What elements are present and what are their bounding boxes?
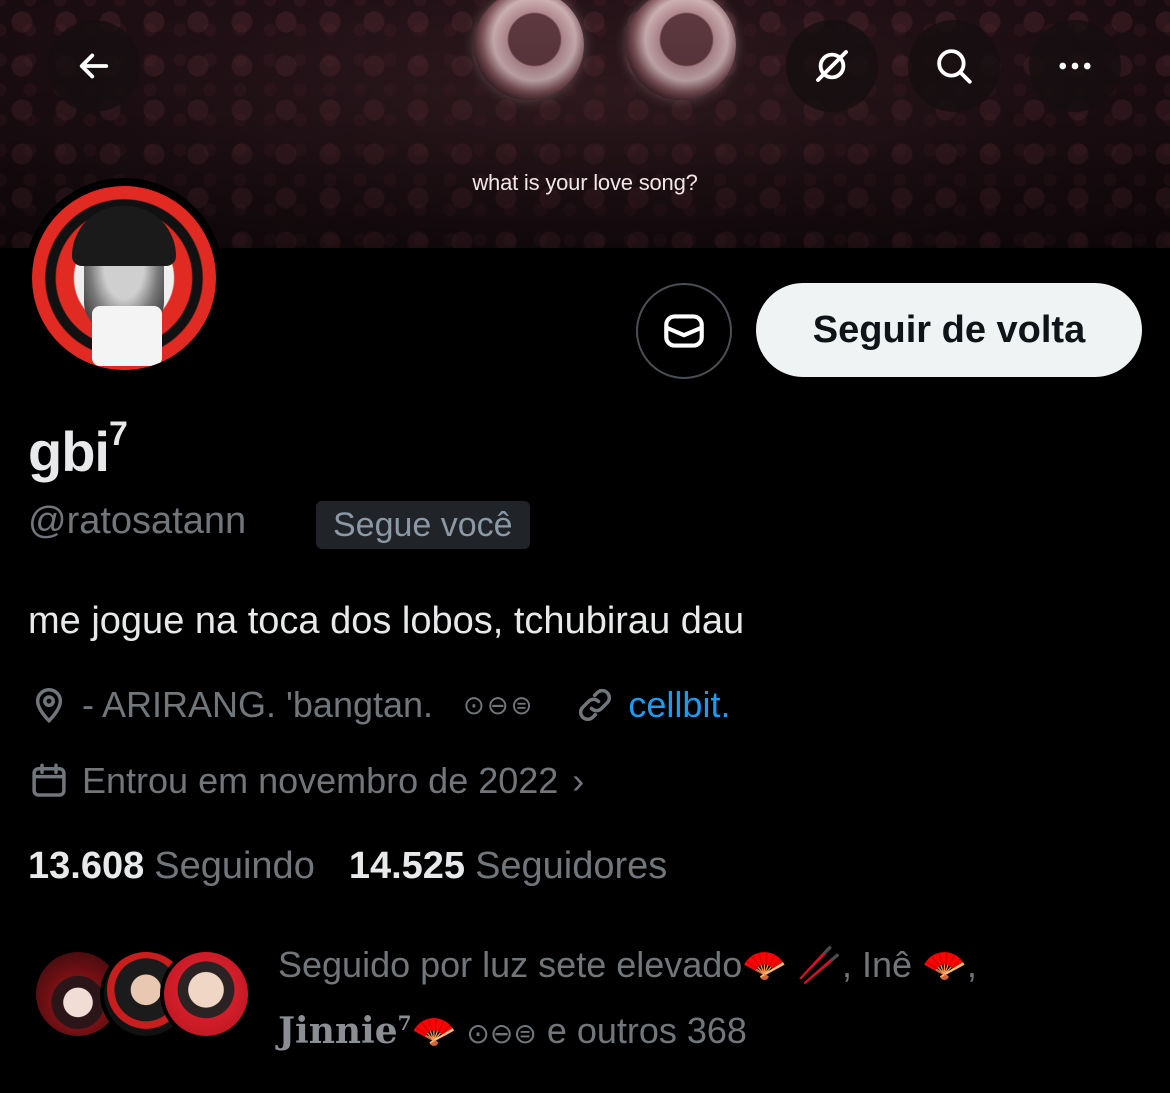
calendar-icon	[32, 763, 66, 797]
followers-link[interactable]: 14.525 Seguidores	[349, 845, 667, 888]
followed-by-sep-2: ,	[966, 944, 977, 985]
profile-link[interactable]: cellbit.	[628, 684, 730, 726]
follower-avatar-3[interactable]	[160, 948, 252, 1040]
avatar-image	[32, 186, 216, 370]
avatar-cup	[92, 306, 162, 366]
followed-by-suffix: e outros 368	[546, 1010, 747, 1051]
location-symbols: ⊙⊖⊜	[463, 689, 535, 720]
chopsticks-emoji: 🥢	[797, 944, 842, 985]
search-button[interactable]	[908, 20, 1000, 112]
location-row: - ARIRANG. 'bangtan. ⊙⊖⊜ cellbit.	[28, 684, 730, 726]
followed-by-sep-1: , Inê	[842, 944, 913, 985]
follows-you-badge: Segue você	[316, 501, 530, 549]
follow-counts: 13.608 Seguindo 14.525 Seguidores	[28, 845, 667, 888]
location-pin-icon	[35, 688, 63, 724]
bio: me jogue na toca dos lobos, tchubirau da…	[28, 600, 745, 642]
display-name-text: gbi	[28, 420, 110, 483]
notifications-off-button[interactable]	[786, 20, 878, 112]
envelope-icon	[664, 314, 704, 348]
display-name: gbi7	[28, 415, 128, 484]
more-button[interactable]	[1029, 20, 1121, 112]
joined-row[interactable]: Entrou em novembro de 2022 ›	[28, 760, 584, 802]
fan-emoji-1: 🪭	[742, 944, 788, 985]
follow-back-button[interactable]: Seguir de volta	[756, 283, 1142, 377]
followed-by-text[interactable]: Seguido por luz sete elevado🪭 🥢, Inê 🪭, …	[278, 936, 1138, 1063]
following-count: 13.608	[28, 845, 145, 887]
notifications-off-icon	[816, 50, 848, 82]
link-icon	[579, 688, 612, 722]
chevron-right-icon: ›	[572, 760, 585, 801]
followers-label: Seguidores	[475, 845, 668, 887]
display-name-sup: 7	[108, 415, 128, 453]
back-button[interactable]	[48, 20, 140, 112]
followers-count: 14.525	[348, 845, 466, 887]
followed-by-name-3-sup: 7	[397, 1011, 412, 1035]
fan-emoji-2: 🪭	[922, 944, 967, 985]
followed-by-symbols: ⊙⊖⊜	[466, 1018, 537, 1049]
followed-by-name-3: Jinnie	[278, 1010, 398, 1052]
following-link[interactable]: 13.608 Seguindo	[28, 845, 315, 888]
arrow-left-icon	[79, 53, 109, 79]
following-label: Seguindo	[154, 845, 315, 887]
followed-by-prefix: Seguido por luz sete elevado	[278, 944, 743, 985]
handle: @ratosatann	[28, 500, 247, 542]
fan-emoji-3: 🪭	[411, 1010, 457, 1051]
more-icon	[1059, 62, 1091, 70]
joined-text: Entrou em novembro de 2022	[82, 760, 559, 801]
avatar-hair	[72, 206, 176, 266]
search-icon	[937, 49, 972, 84]
location-text: - ARIRANG. 'bangtan.	[82, 684, 434, 725]
avatar[interactable]	[24, 178, 224, 378]
message-button[interactable]	[636, 283, 732, 379]
